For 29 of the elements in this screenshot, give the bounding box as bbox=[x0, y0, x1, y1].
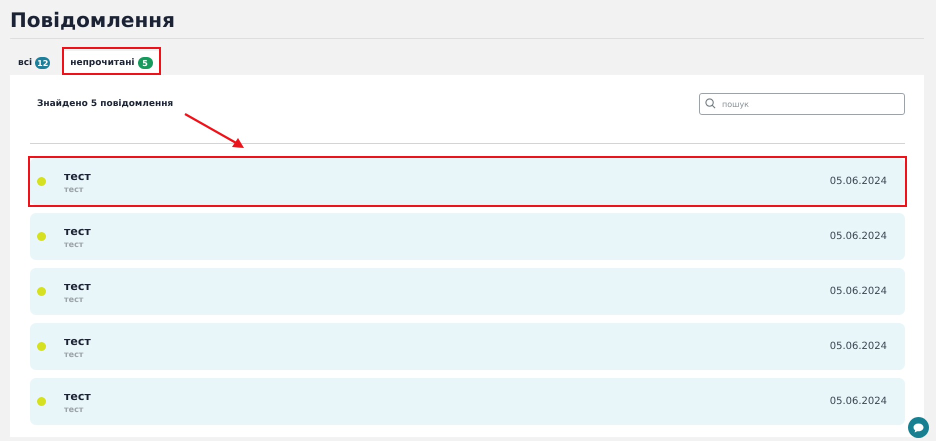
message-row[interactable]: тест тест 05.06.2024 bbox=[30, 378, 905, 425]
count-badge: 12 bbox=[35, 57, 50, 69]
page-title: Повідомлення bbox=[10, 0, 924, 39]
message-row[interactable]: тест тест 05.06.2024 bbox=[30, 323, 905, 370]
message-title: тест bbox=[64, 224, 91, 238]
message-title: тест bbox=[64, 390, 91, 402]
message-row[interactable]: тест тест 05.06.2024 bbox=[30, 213, 905, 260]
chat-icon bbox=[913, 422, 924, 432]
message-preview: тест bbox=[64, 240, 84, 248]
message-date: 05.06.2024 bbox=[830, 176, 887, 187]
message-row[interactable]: тест тест 05.06.2024 bbox=[30, 158, 905, 205]
message-title: тест bbox=[64, 170, 91, 182]
message-row[interactable]: тест тест 05.06.2024 bbox=[30, 268, 905, 315]
search-field[interactable]: пошук bbox=[699, 93, 905, 115]
message-date: 05.06.2024 bbox=[830, 231, 887, 242]
message-preview: тест bbox=[64, 350, 84, 358]
message-date: 05.06.2024 bbox=[830, 286, 887, 297]
message-date: 05.06.2024 bbox=[830, 341, 887, 352]
message-title: тест bbox=[64, 280, 91, 292]
message-preview: тест bbox=[64, 404, 84, 414]
message-title: тест bbox=[64, 334, 91, 348]
count-badge: 5 bbox=[138, 57, 153, 69]
message-date: 05.06.2024 bbox=[830, 396, 887, 407]
chat-button[interactable] bbox=[908, 417, 929, 438]
message-preview: тест bbox=[64, 294, 84, 304]
tab[interactable]: всі 12 bbox=[10, 51, 58, 75]
search-icon bbox=[705, 98, 716, 109]
message-preview: тест bbox=[64, 184, 84, 194]
results-count: Знайдено 5 повідомлення bbox=[37, 99, 174, 109]
